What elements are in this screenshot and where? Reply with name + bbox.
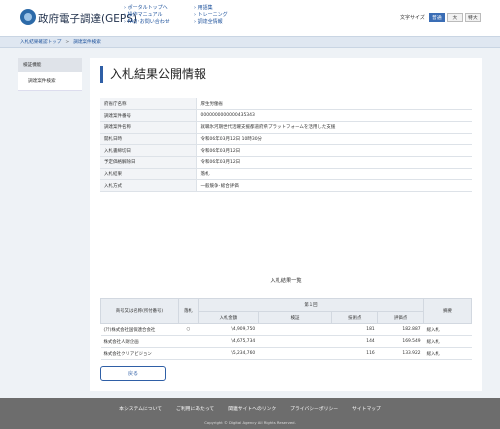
font-size-switcher: 文字サイズ 普通 大 特大 xyxy=(400,13,481,22)
info-row: 入札結果 落札 xyxy=(100,168,472,181)
cell-tech: 116 xyxy=(331,347,378,360)
info-row: 府省庁名称 厚生労働省 xyxy=(100,98,472,111)
sidebar-item-search[interactable]: 調達案件検索 xyxy=(18,72,82,91)
table-row: (ｱﾃ)株式会社国保連合会社 ○ \4,909,750 181 182.887 … xyxy=(100,323,472,336)
cell-amount: \5,234,760 xyxy=(198,347,259,360)
info-row: 調達案件名称 就職氷河期世代活躍支援都道府県プラットフォームを活用した支援 xyxy=(100,121,472,134)
cell-company: 株式会社クリアビジョン xyxy=(100,347,179,360)
col-verify-header: 検証 xyxy=(257,311,333,324)
cell-company: 株式会社人財企画 xyxy=(100,335,179,348)
cell-winner: ○ xyxy=(178,323,199,336)
info-key: 調達案件番号 xyxy=(100,109,197,122)
col-note-header: 摘要 xyxy=(423,298,472,324)
site-header: 政府電子調達(GEPS) ポータルトップへ 操作マニュアル FAQ･お問い合わせ… xyxy=(0,0,500,36)
cell-company: (ｱﾃ)株式会社国保連合会社 xyxy=(100,323,179,336)
cell-eval: 169.549 xyxy=(377,335,424,348)
table-row: 株式会社人財企画 \4,675,734 144 169.549 総入札 xyxy=(100,335,472,348)
header-links-primary: ポータルトップへ 操作マニュアル FAQ･お問い合わせ xyxy=(124,5,170,27)
footer-link-privacy[interactable]: プライバシーポリシー xyxy=(290,405,338,412)
cell-verify xyxy=(258,347,332,360)
footer-link-sitemap[interactable]: サイトマップ xyxy=(352,405,381,412)
cell-amount: \4,909,750 xyxy=(198,323,259,336)
cell-tech: 144 xyxy=(331,335,378,348)
cell-tech: 181 xyxy=(331,323,378,336)
info-key: 予定価格解除日 xyxy=(100,156,197,169)
cell-amount: \4,675,734 xyxy=(198,335,259,348)
breadcrumb: 入札結果確認トップ > 調達案件検索 xyxy=(0,36,500,48)
copyright-text: Copyright © Digital Agency All Rights Re… xyxy=(204,420,296,425)
info-key: 入札書締切日 xyxy=(100,144,197,157)
site-footer: 本システムについて ご利用にあたって 関連サイトへのリンク プライバシーポリシー… xyxy=(0,398,500,429)
font-size-normal-button[interactable]: 普通 xyxy=(428,13,445,22)
header-links-secondary: 用語集 トレーニング 調達全情報 xyxy=(194,5,228,27)
info-value: 落札 xyxy=(196,168,472,181)
col-company-header: 商号又は名称(所付番号) xyxy=(100,298,179,324)
info-table: 府省庁名称 厚生労働省 調達案件番号 0000000000000435343 調達案… xyxy=(100,98,472,192)
info-row: 調達案件番号 0000000000000435343 xyxy=(100,109,472,122)
cell-winner xyxy=(178,347,199,360)
info-row: 入札書締切日 令和06年03月12日 xyxy=(100,144,472,157)
back-button[interactable]: 戻る xyxy=(100,366,166,381)
info-key: 入札結果 xyxy=(100,168,197,181)
cell-note: 総入札 xyxy=(423,347,472,360)
col-eval-header: 評価点 xyxy=(377,311,425,324)
info-value: 一般競争･総合評価 xyxy=(196,179,472,192)
footer-link-related[interactable]: 関連サイトへのリンク xyxy=(228,405,276,412)
cell-eval: 133.922 xyxy=(377,347,424,360)
info-key: 府省庁名称 xyxy=(100,98,197,111)
info-value: 令和06年03月12日 xyxy=(196,156,472,169)
col-tech-header: 技術点 xyxy=(331,311,379,324)
geps-logo-icon[interactable] xyxy=(20,9,36,25)
col-winner-header: 落札 xyxy=(177,298,199,324)
cell-note: 総入札 xyxy=(423,335,472,348)
breadcrumb-item-search[interactable]: 調達案件検索 xyxy=(73,39,101,45)
results-title: 入札結果一覧 xyxy=(270,278,302,284)
font-size-label: 文字サイズ xyxy=(400,15,425,21)
cell-note: 総入札 xyxy=(423,323,472,336)
col-amount-header: 入札金額 xyxy=(197,311,259,324)
info-key: 入札方式 xyxy=(100,179,197,192)
breadcrumb-item-top[interactable]: 入札結果確認トップ xyxy=(20,39,61,45)
site-title[interactable]: 政府電子調達(GEPS) xyxy=(38,11,137,26)
font-size-large-button[interactable]: 大 xyxy=(446,13,463,22)
col-round-header: 第１回 xyxy=(197,298,425,312)
faq-link[interactable]: FAQ･お問い合わせ xyxy=(124,19,170,26)
sidebar-heading: 検証機能 xyxy=(18,58,82,72)
info-row: 開札日時 令和06年03月12日 10時30分 xyxy=(100,133,472,146)
footer-link-terms[interactable]: ご利用にあたって xyxy=(176,405,214,412)
footer-link-about[interactable]: 本システムについて xyxy=(119,405,162,412)
cell-winner xyxy=(178,335,199,348)
cell-verify xyxy=(258,335,332,348)
info-key: 調達案件名称 xyxy=(100,121,197,134)
breadcrumb-separator: > xyxy=(65,39,70,45)
cell-eval: 182.887 xyxy=(377,323,424,336)
cell-verify xyxy=(258,323,332,336)
page-title: 入札結果公開情報 xyxy=(100,66,206,83)
sidebar: 検証機能 調達案件検索 xyxy=(18,58,82,91)
results-header-row: 商号又は名称(所付番号) 落札 第１回 摘要 xyxy=(100,298,472,324)
info-row: 入札方式 一般競争･総合評価 xyxy=(100,179,472,192)
table-row: 株式会社クリアビジョン \5,234,760 116 133.922 総入札 xyxy=(100,347,472,360)
main-panel: 入札結果公開情報 府省庁名称 厚生労働省 調達案件番号 00000000000004… xyxy=(90,58,482,391)
info-key: 開札日時 xyxy=(100,133,197,146)
footer-links: 本システムについて ご利用にあたって 関連サイトへのリンク プライバシーポリシー… xyxy=(0,405,500,412)
procurement-info-link[interactable]: 調達全情報 xyxy=(194,19,228,26)
info-value: 令和06年03月12日 xyxy=(196,144,472,157)
info-value: 令和06年03月12日 10時30分 xyxy=(196,133,472,146)
results-table: 商号又は名称(所付番号) 落札 第１回 摘要 入札金額 検証 技術点 評価点 (… xyxy=(100,298,472,360)
info-value: 0000000000000435343 xyxy=(196,109,472,122)
font-size-xlarge-button[interactable]: 特大 xyxy=(464,13,481,22)
info-value: 就職氷河期世代活躍支援都道府県プラットフォームを活用した支援 xyxy=(196,121,472,134)
info-row: 予定価格解除日 令和06年03月12日 xyxy=(100,156,472,169)
info-value: 厚生労働省 xyxy=(196,98,472,111)
